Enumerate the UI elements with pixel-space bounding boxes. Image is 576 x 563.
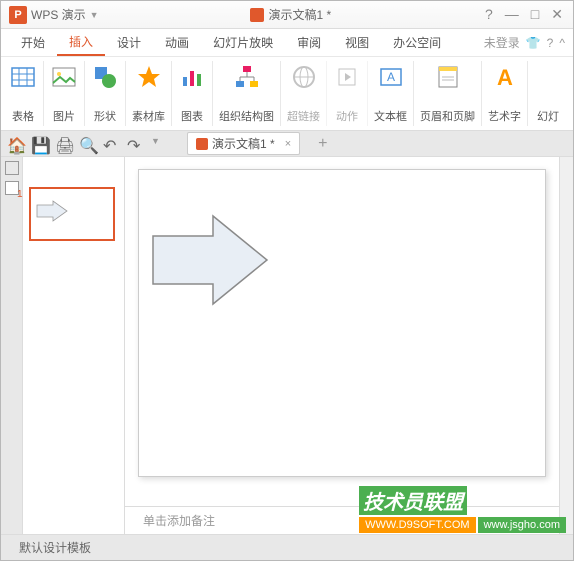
- material-button[interactable]: 素材库: [126, 61, 172, 126]
- notes-pane[interactable]: 单击添加备注: [125, 506, 559, 534]
- close-tab-button[interactable]: ×: [285, 138, 291, 150]
- document-tab[interactable]: 演示文稿1 * ×: [187, 132, 300, 155]
- wordart-icon: A: [491, 63, 519, 91]
- header-button[interactable]: 页眉和页脚: [414, 61, 482, 126]
- wordart-button[interactable]: A 艺术字: [482, 61, 528, 126]
- maximize-button[interactable]: □: [531, 6, 539, 23]
- hyperlink-icon: [290, 63, 318, 91]
- workspace: 1 单击添加备注: [1, 157, 573, 534]
- statusbar: 默认设计模板: [1, 534, 573, 560]
- action-button[interactable]: 动作: [327, 61, 368, 126]
- tab-view[interactable]: 视图: [333, 29, 381, 56]
- document-title: 演示文稿1 *: [107, 6, 475, 23]
- picture-button[interactable]: 图片: [44, 61, 85, 126]
- hyperlink-button[interactable]: 超链接: [281, 61, 327, 126]
- table-button[interactable]: 表格: [3, 61, 44, 126]
- svg-text:A: A: [497, 65, 513, 90]
- tab-animation[interactable]: 动画: [153, 29, 201, 56]
- table-icon: [9, 63, 37, 91]
- header-icon: [434, 63, 462, 91]
- print-icon[interactable]: 🖨: [55, 136, 71, 152]
- textbox-icon: A: [377, 63, 405, 91]
- print-preview-icon[interactable]: 🔍: [79, 136, 95, 152]
- skin-icon[interactable]: 👕: [526, 36, 541, 50]
- save-icon[interactable]: 💾: [31, 136, 47, 152]
- minimize-button[interactable]: —: [505, 6, 519, 23]
- template-label: 默认设计模板: [19, 539, 91, 556]
- tab-start[interactable]: 开始: [9, 29, 57, 56]
- tab-office[interactable]: 办公空间: [381, 29, 453, 56]
- settings-icon[interactable]: ?: [547, 36, 554, 50]
- slide-canvas[interactable]: [138, 169, 546, 477]
- new-tab-button[interactable]: +: [318, 135, 327, 153]
- notes-placeholder: 单击添加备注: [143, 512, 215, 529]
- tab-review[interactable]: 审阅: [285, 29, 333, 56]
- app-logo-icon: P: [9, 6, 27, 24]
- undo-icon[interactable]: ↶: [103, 136, 119, 152]
- chart-icon: [178, 63, 206, 91]
- collapse-ribbon-icon[interactable]: ^: [559, 36, 565, 50]
- canvas-area: 单击添加备注: [125, 157, 559, 534]
- slide-icon: [534, 63, 562, 91]
- view-rail: [1, 157, 23, 534]
- document-tab-icon: [196, 138, 208, 150]
- document-icon: [250, 8, 264, 22]
- textbox-button[interactable]: A 文本框: [368, 61, 414, 126]
- slide-button[interactable]: 幻灯: [528, 61, 568, 126]
- slide-thumbnails: 1: [23, 157, 125, 534]
- login-link[interactable]: 未登录: [484, 34, 520, 51]
- vertical-scrollbar[interactable]: [559, 157, 573, 534]
- qat-dropdown-icon[interactable]: ▼: [151, 136, 167, 152]
- home-icon[interactable]: 🏠: [7, 136, 23, 152]
- app-name: WPS 演示: [31, 6, 86, 23]
- slide-thumbnail-1[interactable]: 1: [29, 187, 115, 241]
- close-button[interactable]: ✕: [551, 6, 563, 23]
- action-icon: [333, 63, 361, 91]
- shape-button[interactable]: 形状: [85, 61, 126, 126]
- redo-icon[interactable]: ↷: [127, 136, 143, 152]
- slide-number: 1: [17, 189, 23, 200]
- svg-text:A: A: [386, 70, 394, 84]
- app-menu-dropdown-icon: ▼: [90, 10, 99, 20]
- app-menu-button[interactable]: P WPS 演示 ▼: [1, 1, 107, 28]
- tab-insert[interactable]: 插入: [57, 29, 105, 56]
- tab-design[interactable]: 设计: [105, 29, 153, 56]
- star-icon: [135, 63, 163, 91]
- ribbon: 表格 图片 形状 素材库 图表 组织结构图 超链接 动作: [1, 57, 573, 131]
- document-tab-title: 演示文稿1 *: [212, 135, 275, 152]
- help-button[interactable]: ?: [485, 6, 493, 23]
- orgchart-button[interactable]: 组织结构图: [213, 61, 281, 126]
- outline-view-icon[interactable]: [5, 161, 19, 175]
- chart-button[interactable]: 图表: [172, 61, 213, 126]
- picture-icon: [50, 63, 78, 91]
- orgchart-icon: [233, 63, 261, 91]
- tab-slideshow[interactable]: 幻灯片放映: [201, 29, 285, 56]
- ribbon-tabs: 开始 插入 设计 动画 幻灯片放映 审阅 视图 办公空间 未登录 👕 ? ^: [1, 29, 573, 57]
- quick-access-toolbar: 🏠 💾 🖨 🔍 ↶ ↷ ▼ 演示文稿1 * × +: [1, 131, 573, 157]
- shape-icon: [91, 63, 119, 91]
- titlebar: P WPS 演示 ▼ 演示文稿1 * ? — □ ✕: [1, 1, 573, 29]
- arrow-shape[interactable]: [149, 212, 273, 308]
